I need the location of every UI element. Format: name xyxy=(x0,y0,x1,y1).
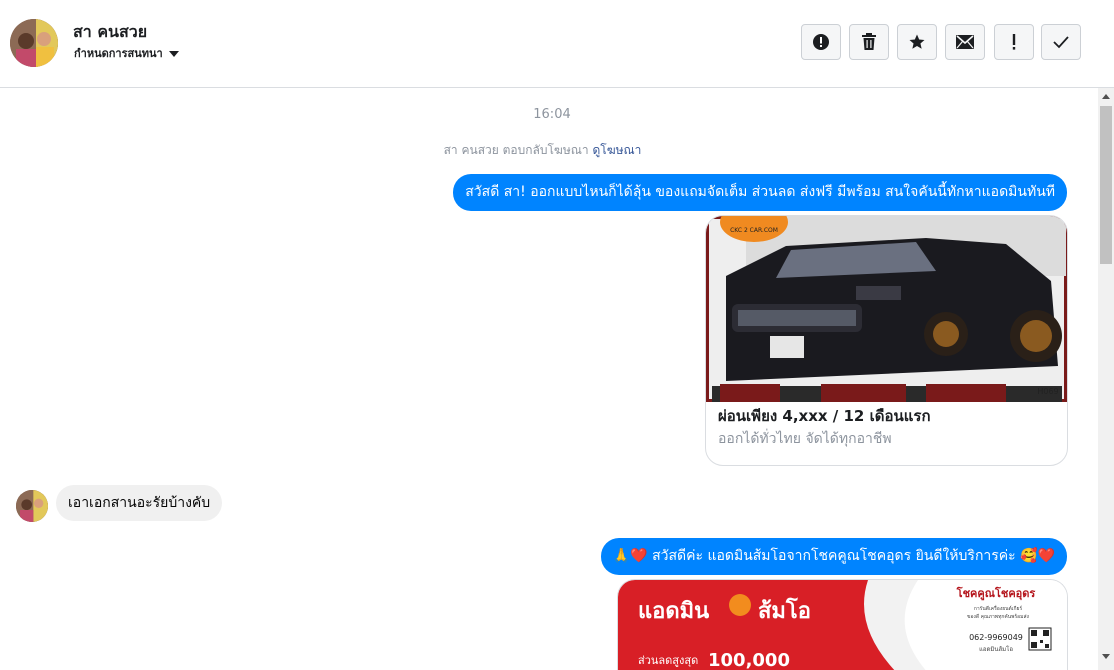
chevron-down-icon xyxy=(168,50,179,57)
brand-name: โชคคูณโชคอุดร xyxy=(956,586,1036,601)
report-spam-button[interactable] xyxy=(801,24,841,60)
sender-avatar[interactable] xyxy=(16,490,48,522)
stock-code: H069 xyxy=(1037,387,1058,396)
promo-discount-amount: 100,000 xyxy=(708,650,790,670)
timestamp: 16:04 xyxy=(533,107,571,122)
ad-card-image: CKC 2 CAR.COM H069 xyxy=(706,216,1067,402)
promo-discount-label: ส่วนลดสูงสุด xyxy=(638,654,698,667)
ad-card-title: ผ่อนเพียง 4,xxx / 12 เดือนแรก xyxy=(718,407,931,425)
promo-headline-2: ส้มโอ xyxy=(758,597,811,624)
scroll-down-icon[interactable] xyxy=(1102,654,1110,659)
exclamation-icon xyxy=(1012,34,1016,50)
outgoing-message[interactable]: สวัสดี สา! ออกแบบไหนก็ได้ลุ้น ของแถมจัดเ… xyxy=(453,174,1067,211)
view-ad-link[interactable]: ดูโฆษณา xyxy=(592,143,641,157)
star-button[interactable] xyxy=(897,24,937,60)
contact-avatar[interactable] xyxy=(10,19,58,67)
assign-conversation-dropdown[interactable]: กำหนดการสนทนา xyxy=(74,44,179,62)
mark-unread-button[interactable] xyxy=(945,24,985,60)
ad-reply-notice: สา คนสวย ตอบกลับโฆษณา ดูโฆษณา xyxy=(0,141,1085,160)
scrollbar-thumb[interactable] xyxy=(1100,106,1112,264)
ad-logo-text: CKC 2 CAR.COM xyxy=(730,227,778,234)
star-icon xyxy=(909,34,925,49)
contact-name[interactable]: สา คนสวย xyxy=(73,20,147,45)
scroll-up-icon[interactable] xyxy=(1102,94,1110,99)
trash-icon xyxy=(862,33,876,50)
envelope-icon xyxy=(956,35,974,49)
promo-headline: แอดมิน xyxy=(638,599,709,624)
promo-contact: แอดมินส้มโอ xyxy=(979,645,1013,653)
thread-scrollbar[interactable] xyxy=(1098,88,1114,670)
ad-card-subtitle: ออกได้ทั่วไทย จัดได้ทุกอาชีพ xyxy=(718,431,892,447)
mark-done-button[interactable] xyxy=(1041,24,1081,60)
assign-label: กำหนดการสนทนา xyxy=(74,47,163,60)
mark-important-button[interactable] xyxy=(994,24,1034,60)
check-icon xyxy=(1053,36,1069,49)
brand-tagline: การันตีเครื่องยนต์เกียร์ xyxy=(974,605,1023,612)
message-thread: 16:04 สา คนสวย ตอบกลับโฆษณา ดูโฆษณา สวัส… xyxy=(0,88,1098,670)
promo-image-card[interactable]: แอดมิน ส้มโอ ส่วนลดสูงสุด 100,000 โชคคูณ… xyxy=(617,579,1068,670)
conversation-header: สา คนสวย กำหนดการสนทนา xyxy=(0,0,1114,88)
alert-circle-icon xyxy=(813,34,829,50)
promo-phone: 062-9969049 xyxy=(969,633,1023,642)
ad-reply-text: สา คนสวย ตอบกลับโฆษณา xyxy=(443,143,589,157)
ad-card[interactable]: CKC 2 CAR.COM H069 ผ่อนเพียง 4,xxx / 12 … xyxy=(705,215,1068,466)
brand-tagline-2: ของดี คุณภาพทุกคันพร้อมส่ง xyxy=(967,613,1029,620)
delete-button[interactable] xyxy=(849,24,889,60)
outgoing-message[interactable]: 🙏❤️ สวัสดีค่ะ แอดมินส้มโอจากโชคคูณโชคอุด… xyxy=(600,538,1067,575)
incoming-message[interactable]: เอาเอกสานอะรัยบ้างคับ xyxy=(56,485,223,521)
qr-code-icon xyxy=(1028,627,1052,651)
promo-image: แอดมิน ส้มโอ ส่วนลดสูงสุด 100,000 โชคคูณ… xyxy=(618,580,1067,670)
